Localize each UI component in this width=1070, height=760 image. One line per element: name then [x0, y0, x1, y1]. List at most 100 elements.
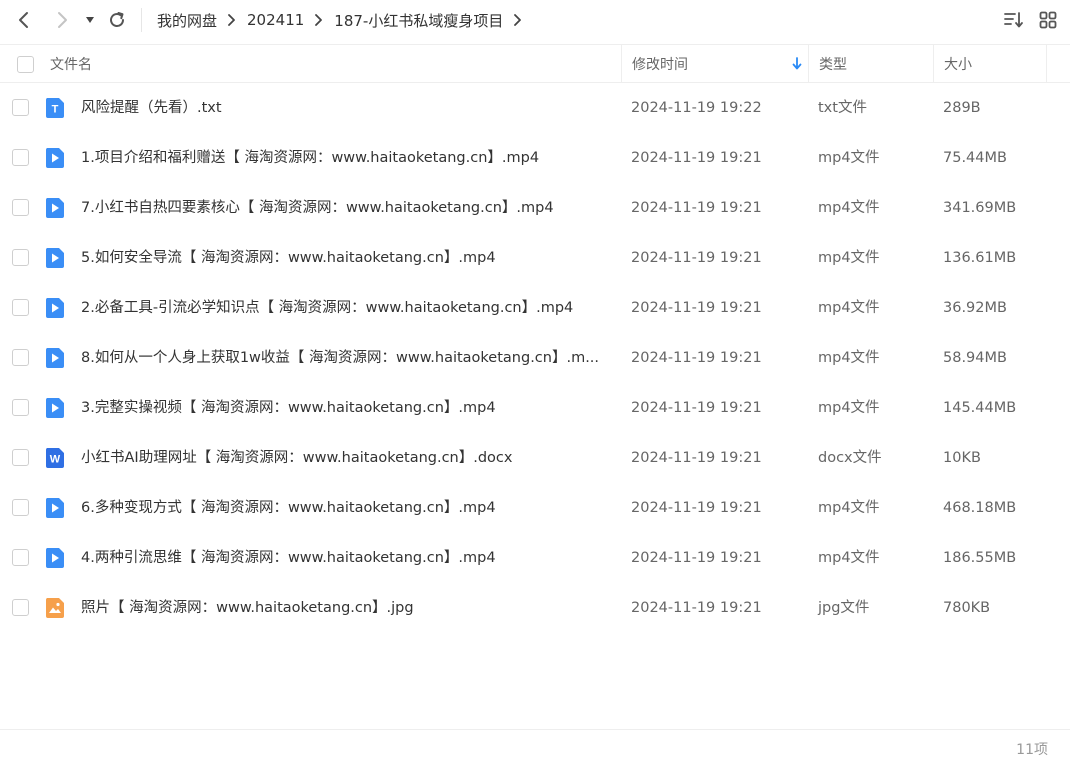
- file-size: 780KB: [943, 600, 991, 616]
- column-header-name[interactable]: 文件名: [40, 45, 620, 83]
- column-header: 文件名 修改时间 类型 大小: [0, 44, 1070, 83]
- file-type: mp4文件: [818, 250, 880, 266]
- row-checkbox[interactable]: [12, 449, 29, 466]
- table-row[interactable]: 5.如何安全导流【 海淘资源网：www.haitaoketang.cn】.mp4…: [0, 233, 1070, 283]
- file-name: 风险提醒（先看）.txt: [81, 100, 222, 116]
- table-row[interactable]: 6.多种变现方式【 海淘资源网：www.haitaoketang.cn】.mp4…: [0, 483, 1070, 533]
- row-checkbox[interactable]: [12, 499, 29, 516]
- select-all-checkbox[interactable]: [17, 56, 34, 73]
- file-modified-time: 2024-11-19 19:21: [631, 500, 762, 516]
- row-checkbox[interactable]: [12, 299, 29, 316]
- file-name: 8.如何从一个人身上获取1w收益【 海淘资源网：www.haitaoketang…: [81, 350, 600, 366]
- video-file-icon: [45, 248, 64, 268]
- table-row[interactable]: 2.必备工具-引流必学知识点【 海淘资源网：www.haitaoketang.c…: [0, 283, 1070, 333]
- back-button[interactable]: [10, 6, 38, 34]
- file-name: 2.必备工具-引流必学知识点【 海淘资源网：www.haitaoketang.c…: [81, 300, 574, 316]
- refresh-button[interactable]: [103, 6, 131, 34]
- video-file-icon: [45, 498, 64, 518]
- breadcrumb-item-root[interactable]: 我的网盘: [157, 10, 217, 31]
- table-row[interactable]: 照片【 海淘资源网：www.haitaoketang.cn】.jpg 2024-…: [0, 583, 1070, 633]
- view-controls: [1000, 6, 1062, 34]
- row-checkbox[interactable]: [12, 549, 29, 566]
- table-row[interactable]: 7.小红书自热四要素核心【 海淘资源网：www.haitaoketang.cn】…: [0, 183, 1070, 233]
- table-row[interactable]: 4.两种引流思维【 海淘资源网：www.haitaoketang.cn】.mp4…: [0, 533, 1070, 583]
- sort-button[interactable]: [1000, 6, 1028, 34]
- file-type: jpg文件: [818, 600, 870, 616]
- grid-view-button[interactable]: [1034, 6, 1062, 34]
- file-type: mp4文件: [818, 400, 880, 416]
- row-checkbox[interactable]: [12, 249, 29, 266]
- sort-arrow-down-icon: [792, 57, 802, 70]
- file-modified-time: 2024-11-19 19:21: [631, 200, 762, 216]
- refresh-icon: [110, 12, 124, 27]
- word-file-icon: W: [45, 448, 64, 468]
- file-type: mp4文件: [818, 350, 880, 366]
- file-modified-time: 2024-11-19 19:21: [631, 400, 762, 416]
- chevron-left-icon: [19, 12, 28, 28]
- file-name: 照片【 海淘资源网：www.haitaoketang.cn】.jpg: [81, 600, 414, 616]
- forward-button[interactable]: [48, 6, 76, 34]
- txt-file-icon: T: [45, 98, 64, 118]
- file-modified-time: 2024-11-19 19:21: [631, 600, 762, 616]
- image-file-icon: [45, 598, 64, 618]
- file-type: mp4文件: [818, 200, 880, 216]
- row-checkbox[interactable]: [12, 349, 29, 366]
- breadcrumb-item-202411[interactable]: 202411: [247, 11, 304, 29]
- file-name: 小红书AI助理网址【 海淘资源网：www.haitaoketang.cn】.do…: [81, 450, 513, 466]
- file-name: 1.项目介绍和福利赠送【 海淘资源网：www.haitaoketang.cn】.…: [81, 150, 540, 166]
- row-checkbox[interactable]: [12, 199, 29, 216]
- file-name: 5.如何安全导流【 海淘资源网：www.haitaoketang.cn】.mp4: [81, 250, 496, 266]
- column-header-label: 文件名: [50, 57, 92, 73]
- breadcrumb: 我的网盘 202411 187-小红书私域瘦身项目: [157, 0, 533, 40]
- file-type: mp4文件: [818, 500, 880, 516]
- column-header-time[interactable]: 修改时间: [621, 45, 808, 83]
- file-modified-time: 2024-11-19 19:21: [631, 250, 762, 266]
- column-header-label: 修改时间: [632, 57, 688, 73]
- row-checkbox[interactable]: [12, 599, 29, 616]
- toolbar: 我的网盘 202411 187-小红书私域瘦身项目: [0, 0, 1070, 40]
- sort-list-icon: [1004, 12, 1023, 28]
- file-modified-time: 2024-11-19 19:21: [631, 550, 762, 566]
- file-modified-time: 2024-11-19 19:21: [631, 150, 762, 166]
- chevron-right-icon[interactable]: [513, 14, 522, 26]
- table-row[interactable]: 8.如何从一个人身上获取1w收益【 海淘资源网：www.haitaoketang…: [0, 333, 1070, 383]
- table-row[interactable]: 3.完整实操视频【 海淘资源网：www.haitaoketang.cn】.mp4…: [0, 383, 1070, 433]
- column-header-type[interactable]: 类型: [808, 45, 933, 83]
- file-modified-time: 2024-11-19 19:21: [631, 300, 762, 316]
- file-size: 36.92MB: [943, 300, 1007, 316]
- svg-text:W: W: [50, 454, 61, 466]
- file-modified-time: 2024-11-19 19:22: [631, 100, 762, 116]
- file-name: 7.小红书自热四要素核心【 海淘资源网：www.haitaoketang.cn】…: [81, 200, 554, 216]
- file-size: 10KB: [943, 450, 981, 466]
- svg-text:T: T: [52, 104, 59, 116]
- file-name: 6.多种变现方式【 海淘资源网：www.haitaoketang.cn】.mp4: [81, 500, 496, 516]
- table-row[interactable]: T 风险提醒（先看）.txt 2024-11-19 19:22 txt文件 28…: [0, 83, 1070, 133]
- chevron-right-icon: [314, 14, 323, 26]
- file-name: 4.两种引流思维【 海淘资源网：www.haitaoketang.cn】.mp4: [81, 550, 496, 566]
- row-checkbox[interactable]: [12, 399, 29, 416]
- chevron-right-icon: [227, 14, 236, 26]
- video-file-icon: [45, 548, 64, 568]
- row-checkbox[interactable]: [12, 149, 29, 166]
- file-size: 186.55MB: [943, 550, 1017, 566]
- chevron-right-icon: [58, 12, 67, 28]
- file-size: 145.44MB: [943, 400, 1017, 416]
- breadcrumb-item-current[interactable]: 187-小红书私域瘦身项目: [334, 10, 503, 31]
- file-size: 136.61MB: [943, 250, 1017, 266]
- file-modified-time: 2024-11-19 19:21: [631, 350, 762, 366]
- column-header-size[interactable]: 大小: [933, 45, 1047, 83]
- file-name: 3.完整实操视频【 海淘资源网：www.haitaoketang.cn】.mp4: [81, 400, 496, 416]
- table-row[interactable]: W 小红书AI助理网址【 海淘资源网：www.haitaoketang.cn】.…: [0, 433, 1070, 483]
- table-row[interactable]: 1.项目介绍和福利赠送【 海淘资源网：www.haitaoketang.cn】.…: [0, 133, 1070, 183]
- file-type: mp4文件: [818, 150, 880, 166]
- video-file-icon: [45, 198, 64, 218]
- video-file-icon: [45, 398, 64, 418]
- column-header-label: 类型: [819, 57, 847, 73]
- video-file-icon: [45, 148, 64, 168]
- history-dropdown-button[interactable]: [80, 6, 100, 34]
- file-type: txt文件: [818, 100, 867, 116]
- status-bar: 11项: [0, 729, 1070, 760]
- row-checkbox[interactable]: [12, 99, 29, 116]
- file-modified-time: 2024-11-19 19:21: [631, 450, 762, 466]
- grid-view-icon: [1039, 11, 1057, 29]
